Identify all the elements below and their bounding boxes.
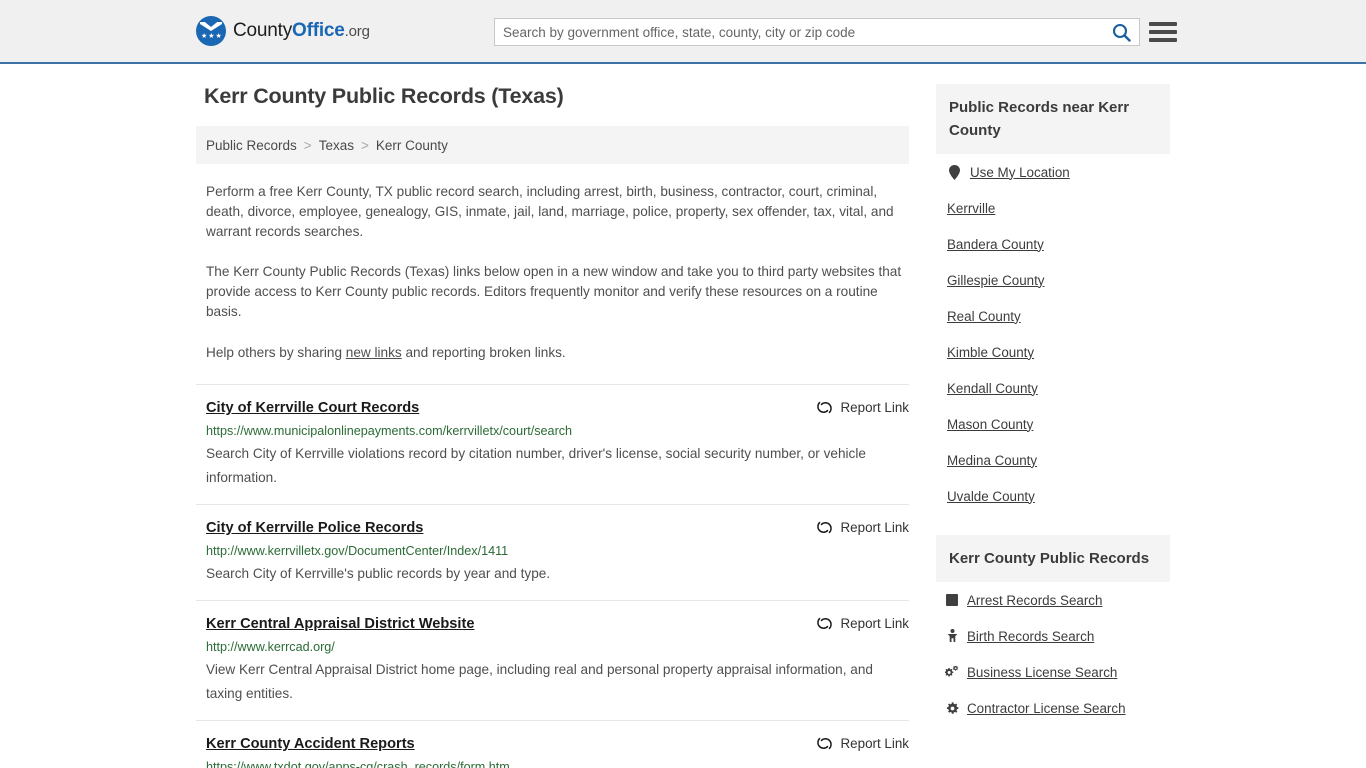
- report-link-label: Report Link: [840, 616, 909, 631]
- result-title-link[interactable]: City of Kerrville Court Records: [206, 400, 419, 416]
- report-link-button[interactable]: Report Link: [816, 399, 909, 416]
- site-header: ★★★ CountyOffice.org: [0, 0, 1366, 64]
- result-title-link[interactable]: City of Kerrville Police Records: [206, 520, 423, 536]
- sidebar-nearby-link[interactable]: Bandera County: [947, 237, 1044, 252]
- sidebar-item-real-county[interactable]: Real County: [936, 298, 1170, 334]
- result-description: Search City of Kerrville violations reco…: [206, 446, 866, 485]
- sidebar-item-contractor-license-search[interactable]: Contractor License Search: [936, 690, 1170, 726]
- sidebar-item-kerrville[interactable]: Kerrville: [936, 190, 1170, 226]
- result-url[interactable]: https://www.txdot.gov/apps-cg/crash_reco…: [206, 759, 909, 768]
- report-link-label: Report Link: [840, 520, 909, 535]
- result-description: View Kerr Central Appraisal District hom…: [206, 662, 873, 701]
- sidebar: Public Records near Kerr County Use My L…: [936, 84, 1170, 768]
- page-body: Kerr County Public Records (Texas) Publi…: [0, 64, 1366, 768]
- gear-icon: [945, 701, 959, 715]
- intro-paragraph-1: Perform a free Kerr County, TX public re…: [206, 184, 894, 239]
- report-link-label: Report Link: [840, 736, 909, 751]
- breadcrumb-item-public-records[interactable]: Public Records: [206, 138, 297, 153]
- sidebar-nearby-link[interactable]: Gillespie County: [947, 273, 1045, 288]
- main-column: Kerr County Public Records (Texas) Publi…: [196, 84, 909, 768]
- sidebar-item-use-my-location[interactable]: Use My Location: [936, 154, 1170, 190]
- result-url[interactable]: http://www.kerrvilletx.gov/DocumentCente…: [206, 543, 909, 559]
- sidebar-item-kendall-county[interactable]: Kendall County: [936, 370, 1170, 406]
- sidebar-nearby-link[interactable]: Real County: [947, 309, 1021, 324]
- sidebar-nearby-list: Use My Location Kerrville Bandera County…: [936, 154, 1170, 514]
- baby-icon: [945, 629, 959, 643]
- hamburger-menu-button[interactable]: [1149, 19, 1177, 45]
- intro-text-after: and reporting broken links.: [401, 345, 566, 360]
- sidebar-item-kimble-county[interactable]: Kimble County: [936, 334, 1170, 370]
- broken-chain-icon: [816, 401, 832, 414]
- result-url[interactable]: https://www.municipalonlinepayments.com/…: [206, 423, 909, 439]
- sidebar-item-uvalde-county[interactable]: Uvalde County: [936, 478, 1170, 514]
- result-url[interactable]: http://www.kerrcad.org/: [206, 639, 909, 655]
- search-input[interactable]: [495, 19, 1103, 45]
- sidebar-nearby-link[interactable]: Kimble County: [947, 345, 1034, 360]
- sidebar-item-mason-county[interactable]: Mason County: [936, 406, 1170, 442]
- map-pin-icon: [947, 164, 961, 180]
- hamburger-menu-icon: [1149, 22, 1177, 26]
- broken-chain-icon: [816, 617, 832, 630]
- sidebar-item-arrest-records-search[interactable]: Arrest Records Search: [936, 582, 1170, 618]
- broken-chain-icon: [816, 521, 832, 534]
- breadcrumb-item-kerr-county: Kerr County: [375, 137, 448, 153]
- results-list: City of Kerrville Court Records https://…: [196, 384, 909, 768]
- report-link-label: Report Link: [840, 400, 909, 415]
- result-title-link[interactable]: Kerr County Accident Reports: [206, 736, 415, 752]
- sidebar-nearby-link[interactable]: Mason County: [947, 417, 1033, 432]
- search-button[interactable]: [1103, 19, 1139, 45]
- sidebar-nearby-link[interactable]: Use My Location: [970, 165, 1070, 180]
- sidebar-records-link[interactable]: Contractor License Search: [967, 701, 1126, 716]
- report-link-button[interactable]: Report Link: [816, 615, 909, 632]
- brand-org: .org: [344, 23, 370, 40]
- result-item: City of Kerrville Court Records https://…: [196, 384, 909, 504]
- sidebar-records-list: Arrest Records Search Birth Records Sear…: [936, 582, 1170, 726]
- sidebar-item-birth-records-search[interactable]: Birth Records Search: [936, 618, 1170, 654]
- sidebar-records-block: Kerr County Public Records Arrest Record…: [936, 535, 1170, 726]
- sidebar-nearby-link[interactable]: Kerrville: [947, 201, 995, 216]
- result-title-link[interactable]: Kerr Central Appraisal District Website: [206, 616, 474, 632]
- sidebar-item-business-license-search[interactable]: Business License Search: [936, 654, 1170, 690]
- sidebar-records-heading: Kerr County Public Records: [936, 535, 1170, 582]
- sidebar-item-medina-county[interactable]: Medina County: [936, 442, 1170, 478]
- brand-wordmark: CountyOffice.org: [233, 20, 370, 42]
- eagle-star-logo-icon: ★★★: [196, 16, 226, 46]
- report-link-button[interactable]: Report Link: [816, 519, 909, 536]
- sidebar-records-link[interactable]: Business License Search: [967, 665, 1117, 680]
- result-description: Search City of Kerrville's public record…: [206, 566, 551, 581]
- sidebar-records-link[interactable]: Arrest Records Search: [967, 593, 1102, 608]
- intro-paragraph-2: The Kerr County Public Records (Texas) l…: [206, 264, 902, 319]
- breadcrumb-item-texas[interactable]: Texas: [319, 138, 354, 153]
- brand-county: County: [233, 20, 293, 41]
- result-item: Kerr County Accident Reports https://www…: [196, 720, 909, 768]
- sidebar-item-gillespie-county[interactable]: Gillespie County: [936, 262, 1170, 298]
- new-links-link[interactable]: new links: [346, 345, 402, 360]
- page-title: Kerr County Public Records (Texas): [204, 84, 564, 108]
- breadcrumb: Public Records > Texas > Kerr County: [196, 126, 909, 164]
- intro-text-before: Help others by sharing: [206, 345, 346, 360]
- fingerprint-square-icon: [945, 594, 959, 606]
- sidebar-item-bandera-county[interactable]: Bandera County: [936, 226, 1170, 262]
- intro-paragraph-3: Help others by sharing new links and rep…: [206, 343, 909, 363]
- result-item: City of Kerrville Police Records http://…: [196, 504, 909, 600]
- sidebar-records-link[interactable]: Birth Records Search: [967, 629, 1094, 644]
- sidebar-nearby-block: Public Records near Kerr County Use My L…: [936, 84, 1170, 514]
- site-logo-link[interactable]: ★★★ CountyOffice.org: [196, 16, 370, 46]
- sidebar-nearby-heading: Public Records near Kerr County: [936, 84, 1170, 154]
- cogs-icon: [945, 665, 959, 679]
- brand-office: Office: [292, 20, 345, 41]
- breadcrumb-separator: >: [360, 137, 369, 153]
- search-bar: [494, 18, 1140, 46]
- breadcrumb-separator: >: [303, 137, 312, 153]
- result-item: Kerr Central Appraisal District Website …: [196, 600, 909, 720]
- sidebar-nearby-link[interactable]: Uvalde County: [947, 489, 1035, 504]
- search-icon: [1112, 23, 1131, 42]
- sidebar-nearby-link[interactable]: Kendall County: [947, 381, 1038, 396]
- broken-chain-icon: [816, 737, 832, 750]
- report-link-button[interactable]: Report Link: [816, 735, 909, 752]
- sidebar-nearby-link[interactable]: Medina County: [947, 453, 1037, 468]
